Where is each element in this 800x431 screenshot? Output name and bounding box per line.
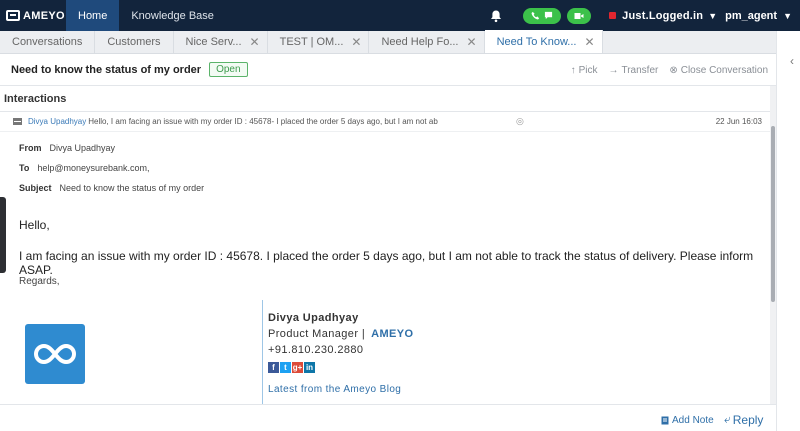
user-name[interactable]: pm_agent <box>725 10 777 22</box>
video-icon <box>574 12 584 19</box>
scrollbar-thumb[interactable] <box>771 126 775 302</box>
tab-need-to-know[interactable]: Need To Know... ✕ <box>484 30 603 53</box>
social-links: f t g+ in <box>268 362 315 373</box>
mail-body: I am facing an issue with my order ID : … <box>19 249 754 277</box>
signature-role-text: Product Manager | <box>268 328 366 340</box>
mail-summary-row[interactable]: Divya Upadhyay Hello, I am facing an iss… <box>0 112 770 132</box>
close-circle-icon: ⊗ <box>669 64 678 76</box>
from-label: From <box>19 143 42 153</box>
phone-icon <box>531 11 540 20</box>
blog-link[interactable]: Latest from the Ameyo Blog <box>268 384 401 395</box>
close-icon[interactable]: ✕ <box>584 35 594 49</box>
google-plus-icon[interactable]: g+ <box>292 362 303 373</box>
tab-need-help[interactable]: Need Help Fo... ✕ <box>369 31 485 53</box>
status-badge: Open <box>209 62 248 77</box>
tab-nice-serv[interactable]: Nice Serv... ✕ <box>174 31 268 53</box>
signature-name: Divya Upadhyay <box>268 312 359 324</box>
interaction-content: Divya Upadhyay Hello, I am facing an iss… <box>0 112 770 404</box>
arrow-up-icon: ↑ <box>570 64 576 76</box>
mail-preview: Hello, I am facing an issue with my orde… <box>88 117 438 126</box>
signature-role: Product Manager | AMEYO <box>268 328 413 340</box>
call-chat-toggle[interactable] <box>523 7 562 24</box>
tab-customers[interactable]: Customers <box>95 31 174 53</box>
linkedin-icon[interactable]: in <box>304 362 315 373</box>
mail-date: 22 Jun 16:03 <box>715 117 762 126</box>
chevron-down-icon[interactable]: ▼ <box>708 11 717 21</box>
left-panel-handle[interactable] <box>0 197 6 273</box>
subject-label: Subject <box>19 183 52 193</box>
interactions-heading: Interactions <box>0 86 776 112</box>
from-value: Divya Upadhyay <box>49 143 116 153</box>
twitter-icon[interactable]: t <box>280 362 291 373</box>
arrow-right-icon: → <box>608 64 619 76</box>
tab-label: Customers <box>107 36 161 48</box>
envelope-icon <box>13 118 22 125</box>
logo-text: AMEYO <box>23 9 65 22</box>
tab-bar: Conversations Customers Nice Serv... ✕ TE… <box>0 30 776 54</box>
right-side-panel <box>776 31 800 431</box>
nav-knowledge-base[interactable]: Knowledge Base <box>119 0 226 31</box>
tab-label: Nice Serv... <box>185 36 242 48</box>
mail-sender[interactable]: Divya Upadhyay <box>28 117 86 126</box>
topbar-right-controls: Just.Logged.in ▼ pm_agent ▼ <box>489 0 800 31</box>
add-note-button[interactable]: Add Note <box>661 415 714 426</box>
mail-greeting: Hello, <box>19 218 50 232</box>
signature-brand[interactable]: AMEYO <box>371 328 413 340</box>
video-toggle[interactable] <box>567 7 592 24</box>
tab-conversations[interactable]: Conversations <box>0 31 96 53</box>
conversation-title: Need to know the status of my order <box>11 63 202 76</box>
chevron-down-icon[interactable]: ▼ <box>783 11 792 21</box>
reply-button[interactable]: ⤶ Reply <box>724 412 763 427</box>
mail-regards: Regards, <box>19 276 60 287</box>
signature-logo <box>25 324 85 384</box>
reply-label: Reply <box>732 412 764 427</box>
add-note-label: Add Note <box>672 415 714 426</box>
signature-divider <box>262 300 263 404</box>
chevron-left-icon[interactable]: ‹ <box>790 54 800 68</box>
facebook-icon[interactable]: f <box>268 362 279 373</box>
bell-icon[interactable] <box>489 9 503 23</box>
compose-bar: Add Note ⤶ Reply <box>0 404 776 431</box>
tab-label: Need Help Fo... <box>381 36 459 48</box>
reply-icon: ⤶ <box>724 412 731 426</box>
conversation-header: Need to know the status of my order Open… <box>0 54 776 86</box>
ameyo-logo-icon <box>6 10 20 21</box>
tab-label: TEST | OM... <box>279 36 344 48</box>
close-icon[interactable]: ✕ <box>250 35 260 49</box>
close-icon[interactable]: ✕ <box>351 35 361 49</box>
subject-value: Need to know the status of my order <box>59 183 205 193</box>
agent-status[interactable]: Just.Logged.in <box>622 10 703 22</box>
transfer-label: Transfer <box>621 64 659 76</box>
nav-home[interactable]: Home <box>66 0 120 31</box>
status-indicator <box>609 12 617 19</box>
to-value: help@moneysurebank.com, <box>37 163 150 173</box>
close-conversation-button[interactable]: ⊗ Close Conversation <box>669 65 768 76</box>
eye-icon[interactable]: ◎ <box>516 116 524 127</box>
signature-phone: +91.810.230.2880 <box>268 344 364 356</box>
close-icon[interactable]: ✕ <box>467 35 477 49</box>
pick-button[interactable]: ↑ Pick <box>571 65 598 76</box>
to-label: To <box>19 163 30 173</box>
close-conversation-label: Close Conversation <box>680 64 768 76</box>
ameyo-logo[interactable]: AMEYO <box>0 0 66 31</box>
transfer-button[interactable]: → Transfer <box>608 65 658 76</box>
subject-field: Subject Need to know the status of my ord… <box>19 183 204 193</box>
note-icon <box>661 416 669 425</box>
infinity-icon <box>34 343 76 365</box>
top-navigation-bar: AMEYO Home Knowledge Base Just.Logged.in… <box>0 0 800 31</box>
tab-label: Need To Know... <box>496 35 577 48</box>
tab-label: Conversations <box>12 36 83 48</box>
from-field: From Divya Upadhyay <box>19 143 115 153</box>
conversation-actions: ↑ Pick → Transfer ⊗ Close Conversation <box>571 54 768 86</box>
chat-icon <box>545 11 553 20</box>
pick-label: Pick <box>578 64 598 76</box>
to-field: To help@moneysurebank.com, <box>19 163 150 173</box>
tab-test-om[interactable]: TEST | OM... ✕ <box>268 31 370 53</box>
